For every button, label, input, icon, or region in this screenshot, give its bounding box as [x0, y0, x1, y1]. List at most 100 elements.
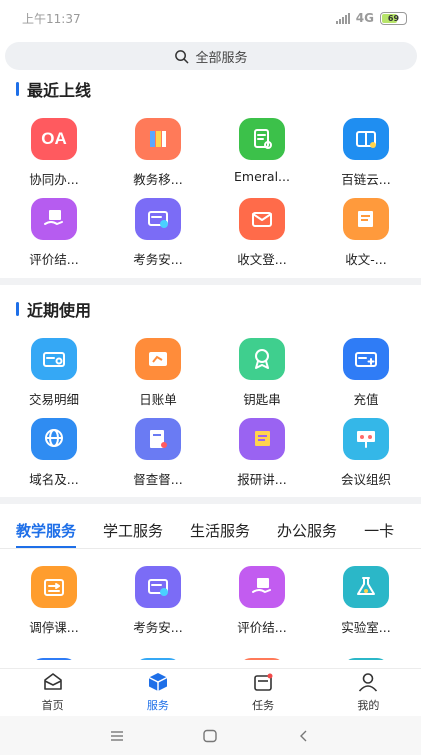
usage-grid: 交易明细 日账单 钥匙串 充值域名及... 督查督... 报研讲... 会议组织 [0, 332, 421, 492]
recent-item[interactable]: 收文-... [314, 192, 418, 272]
teaching-item-partial[interactable] [210, 640, 314, 660]
usage-item-label: 报研讲... [237, 472, 287, 487]
flask-icon [343, 566, 389, 608]
usage-item-label: 域名及... [29, 472, 79, 487]
bill-icon [135, 338, 181, 380]
section-divider [0, 497, 421, 504]
exam-clock-icon [135, 198, 181, 240]
status-time: 上午11:37 [22, 11, 81, 26]
nav-user[interactable]: 我的 [316, 669, 421, 716]
app-icon [343, 658, 389, 660]
usage-item[interactable]: 充值 [314, 332, 418, 412]
home-mail-icon [42, 672, 64, 695]
book-search-icon [343, 118, 389, 160]
recent-item-label: 考务安... [133, 252, 183, 267]
nav-task[interactable]: 任务 [211, 669, 316, 716]
usage-item-label: 交易明细 [28, 392, 79, 407]
recent-grid: OA 协同办... 教务移... Emeral... 百链云... 评价结... 考务安..… [0, 112, 421, 272]
teaching-item-partial[interactable] [314, 640, 418, 660]
mail-register-icon [239, 198, 285, 240]
teaching-item-label: 评价结... [237, 620, 287, 635]
recent-item[interactable]: OA 协同办... [2, 112, 106, 192]
hand-book-icon [239, 566, 285, 608]
usage-item-label: 督查督... [133, 472, 183, 487]
system-nav-bar [0, 716, 421, 755]
tab-3[interactable]: 办公服务 [277, 512, 337, 548]
globe-ip-icon [31, 418, 77, 460]
search-label: 全部服务 [195, 50, 248, 66]
user-icon [357, 672, 379, 695]
recent-item[interactable]: 评价结... [2, 192, 106, 272]
recent-item[interactable]: 百链云... [314, 112, 418, 192]
card-add-icon [343, 338, 389, 380]
exam-clock-icon [135, 566, 181, 608]
tab-1[interactable]: 学工服务 [103, 512, 163, 548]
service-tabs: 教学服务 学工服务 生活服务 办公服务 一卡 [0, 512, 421, 548]
tabs-divider [0, 548, 421, 549]
recent-item[interactable]: 收文登... [210, 192, 314, 272]
hand-book-icon [31, 198, 77, 240]
signal-icon [335, 12, 350, 24]
nav-cube[interactable]: 服务 [105, 669, 210, 716]
network-type: 4G [355, 11, 374, 25]
recent-item[interactable]: 考务安... [106, 192, 210, 272]
usage-section: 近期使用 交易明细 日账单 钥匙串 充值 域名及... 督查督... 报研讲... 会议组织 [0, 298, 421, 492]
teaching-section: 调停课... 考务安... 评价结... 实验室... [0, 560, 421, 660]
teaching-item-partial[interactable] [2, 640, 106, 660]
tab-4[interactable]: 一卡 [364, 512, 394, 548]
meeting-icon [343, 418, 389, 460]
tab-2[interactable]: 生活服务 [190, 512, 250, 548]
recent-item-label: 教务移... [133, 172, 183, 187]
mail-edit-icon [343, 198, 389, 240]
tab-0[interactable]: 教学服务 [16, 512, 77, 548]
inspection-icon [135, 418, 181, 460]
recent-item-label: 百链云... [341, 172, 391, 187]
recent-item-label: 收文-... [345, 252, 387, 267]
nav-label: 任务 [252, 699, 275, 712]
recent-item[interactable]: Emeral... [210, 112, 314, 192]
cube-icon [147, 672, 169, 695]
teaching-item[interactable]: 调停课... [2, 560, 106, 640]
nav-label: 服务 [146, 699, 169, 712]
app-icon [31, 658, 77, 660]
teaching-item[interactable]: 实验室... [314, 560, 418, 640]
usage-item[interactable]: 钥匙串 [210, 332, 314, 412]
battery-icon: 69 [380, 11, 407, 25]
usage-item[interactable]: 日账单 [106, 332, 210, 412]
recent-item[interactable]: 教务移... [106, 112, 210, 192]
teaching-grid-next-row [0, 640, 421, 660]
teaching-item[interactable]: 评价结... [210, 560, 314, 640]
recent-item-label: Emeral... [234, 169, 290, 184]
bottom-nav: 首页 服务 任务 我的 [0, 668, 421, 716]
usage-item[interactable]: 会议组织 [314, 412, 418, 492]
document-search-icon [239, 118, 285, 160]
menu-icon[interactable] [109, 730, 125, 742]
usage-item[interactable]: 域名及... [2, 412, 106, 492]
usage-item-label: 充值 [353, 392, 379, 407]
teaching-item-partial[interactable] [106, 640, 210, 660]
status-indicators: 4G 69 [335, 11, 407, 25]
section-title-recent: 最近上线 [0, 78, 421, 100]
nav-label: 首页 [41, 699, 64, 712]
recent-item-label: 收文登... [237, 252, 287, 267]
card-search-icon [31, 338, 77, 380]
calendar-swap-icon [31, 566, 77, 608]
home-square-icon[interactable] [202, 729, 218, 743]
usage-item[interactable]: 督查督... [106, 412, 210, 492]
app-icon [135, 658, 181, 660]
usage-item-label: 会议组织 [340, 472, 391, 487]
teaching-item[interactable]: 考务安... [106, 560, 210, 640]
back-icon[interactable] [296, 729, 312, 743]
teaching-item-label: 实验室... [341, 620, 391, 635]
teaching-item-label: 考务安... [133, 620, 183, 635]
all-services-search[interactable]: 全部服务 [5, 42, 417, 70]
usage-item[interactable]: 交易明细 [2, 332, 106, 412]
task-icon [252, 672, 274, 695]
nav-home-mail[interactable]: 首页 [0, 669, 105, 716]
section-divider [0, 278, 421, 285]
battery-text: 69 [387, 13, 400, 23]
teaching-grid: 调停课... 考务安... 评价结... 实验室... [0, 560, 421, 640]
usage-item[interactable]: 报研讲... [210, 412, 314, 492]
recent-section: 最近上线 OA 协同办... 教务移... Emeral... 百链云... 评价结...… [0, 78, 421, 272]
usage-item-label: 钥匙串 [243, 392, 281, 407]
